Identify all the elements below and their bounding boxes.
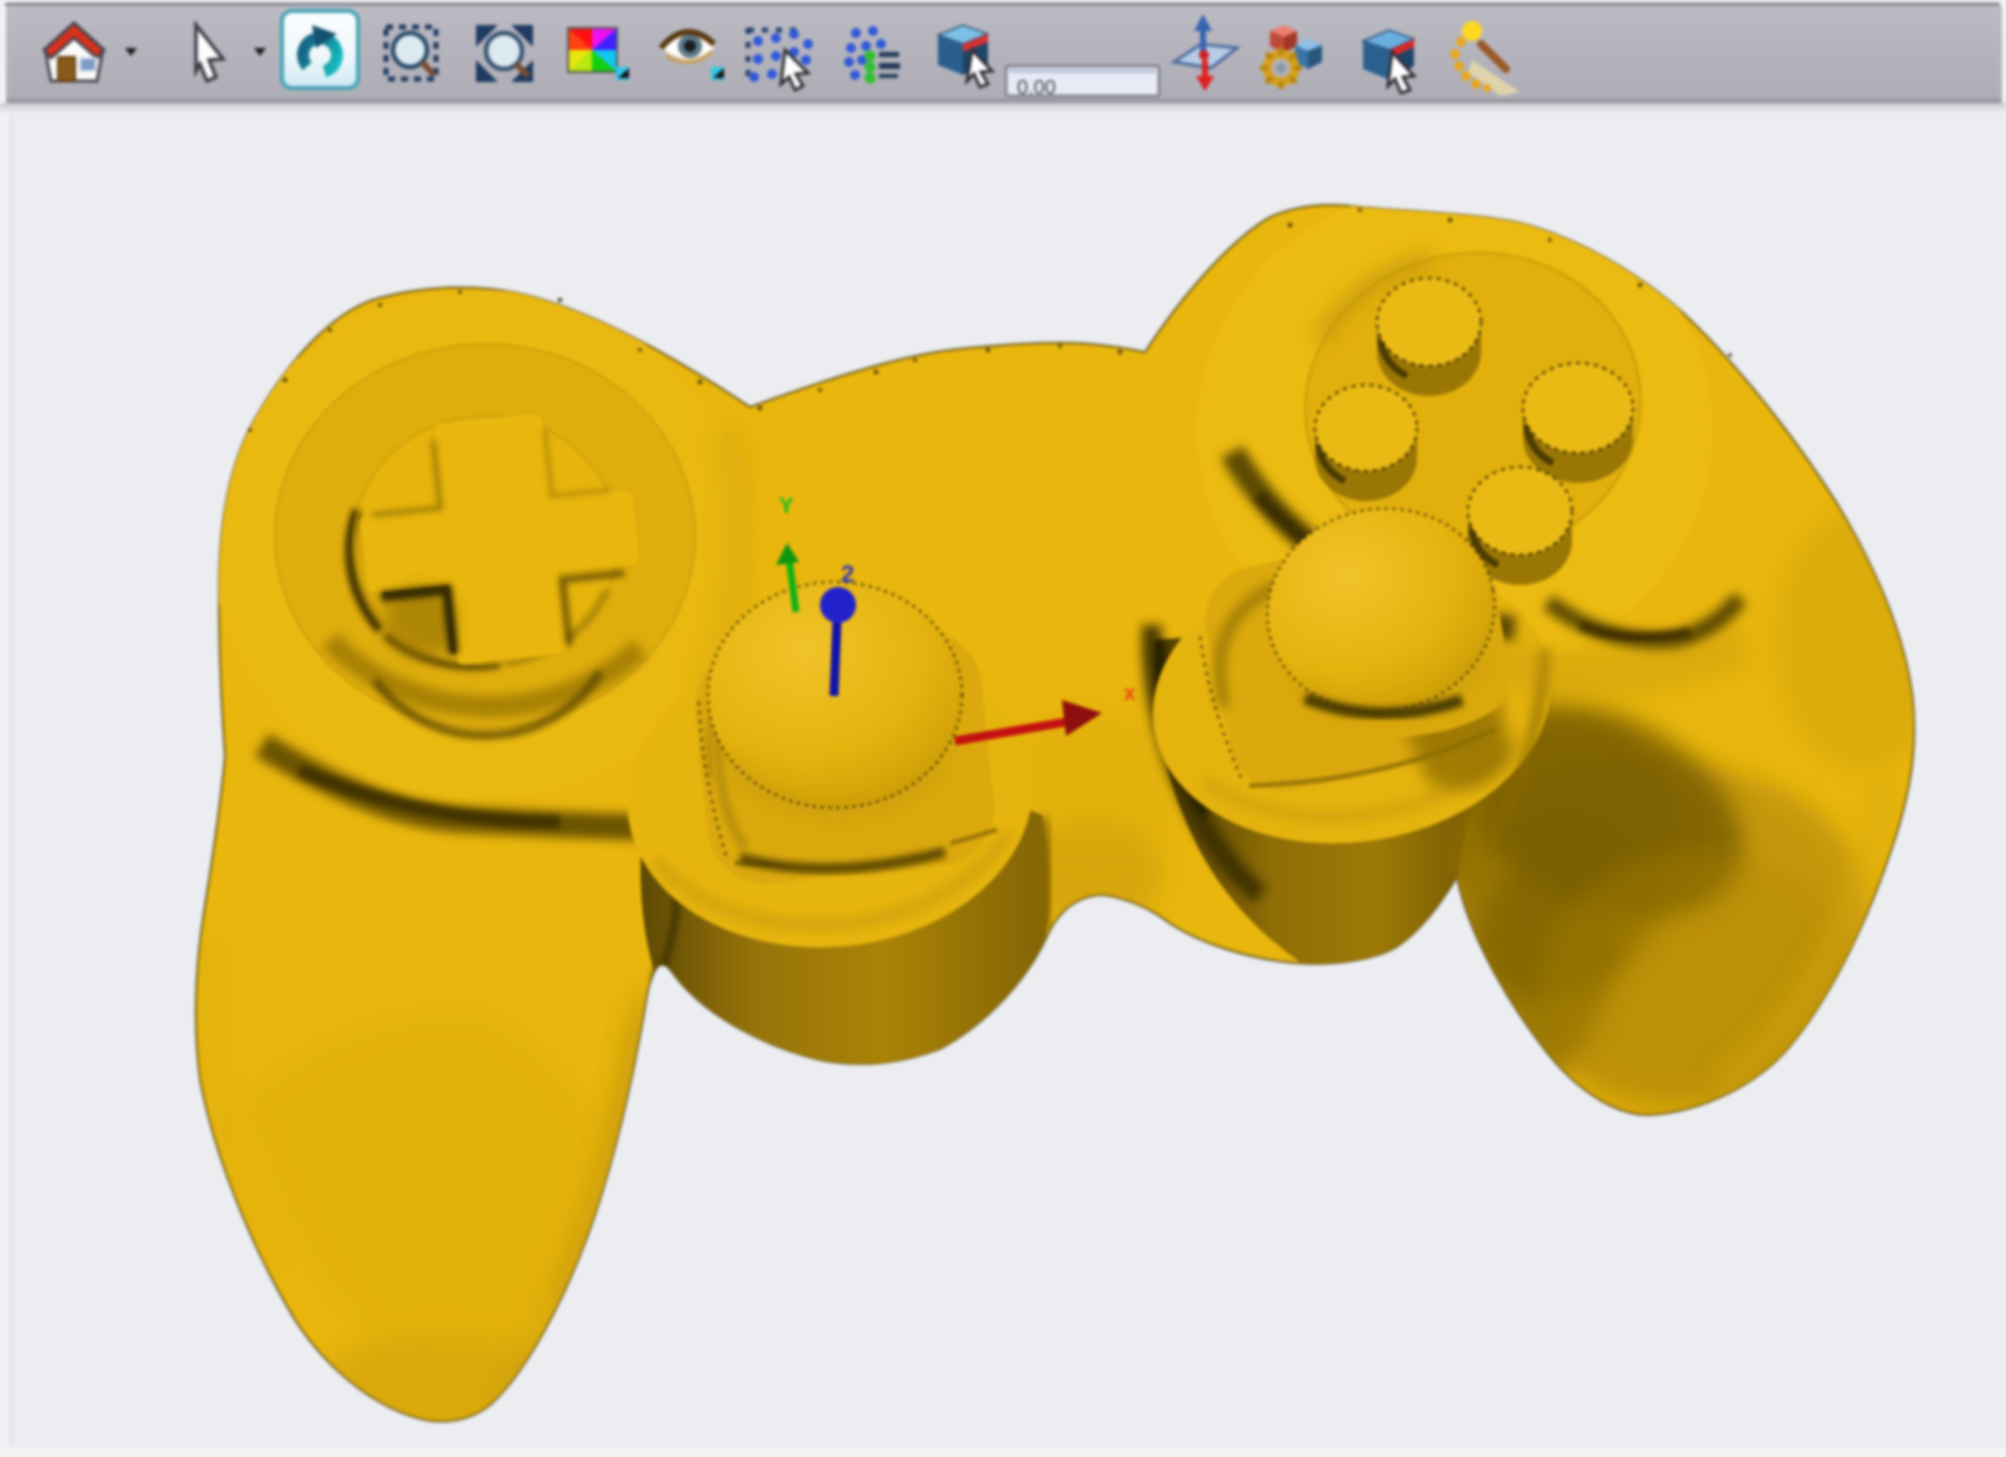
svg-text:0.00: 0.00: [1017, 77, 1056, 99]
svg-text:Y: Y: [779, 493, 794, 518]
svg-text:x: x: [1124, 682, 1136, 705]
svg-text:2: 2: [841, 561, 854, 588]
